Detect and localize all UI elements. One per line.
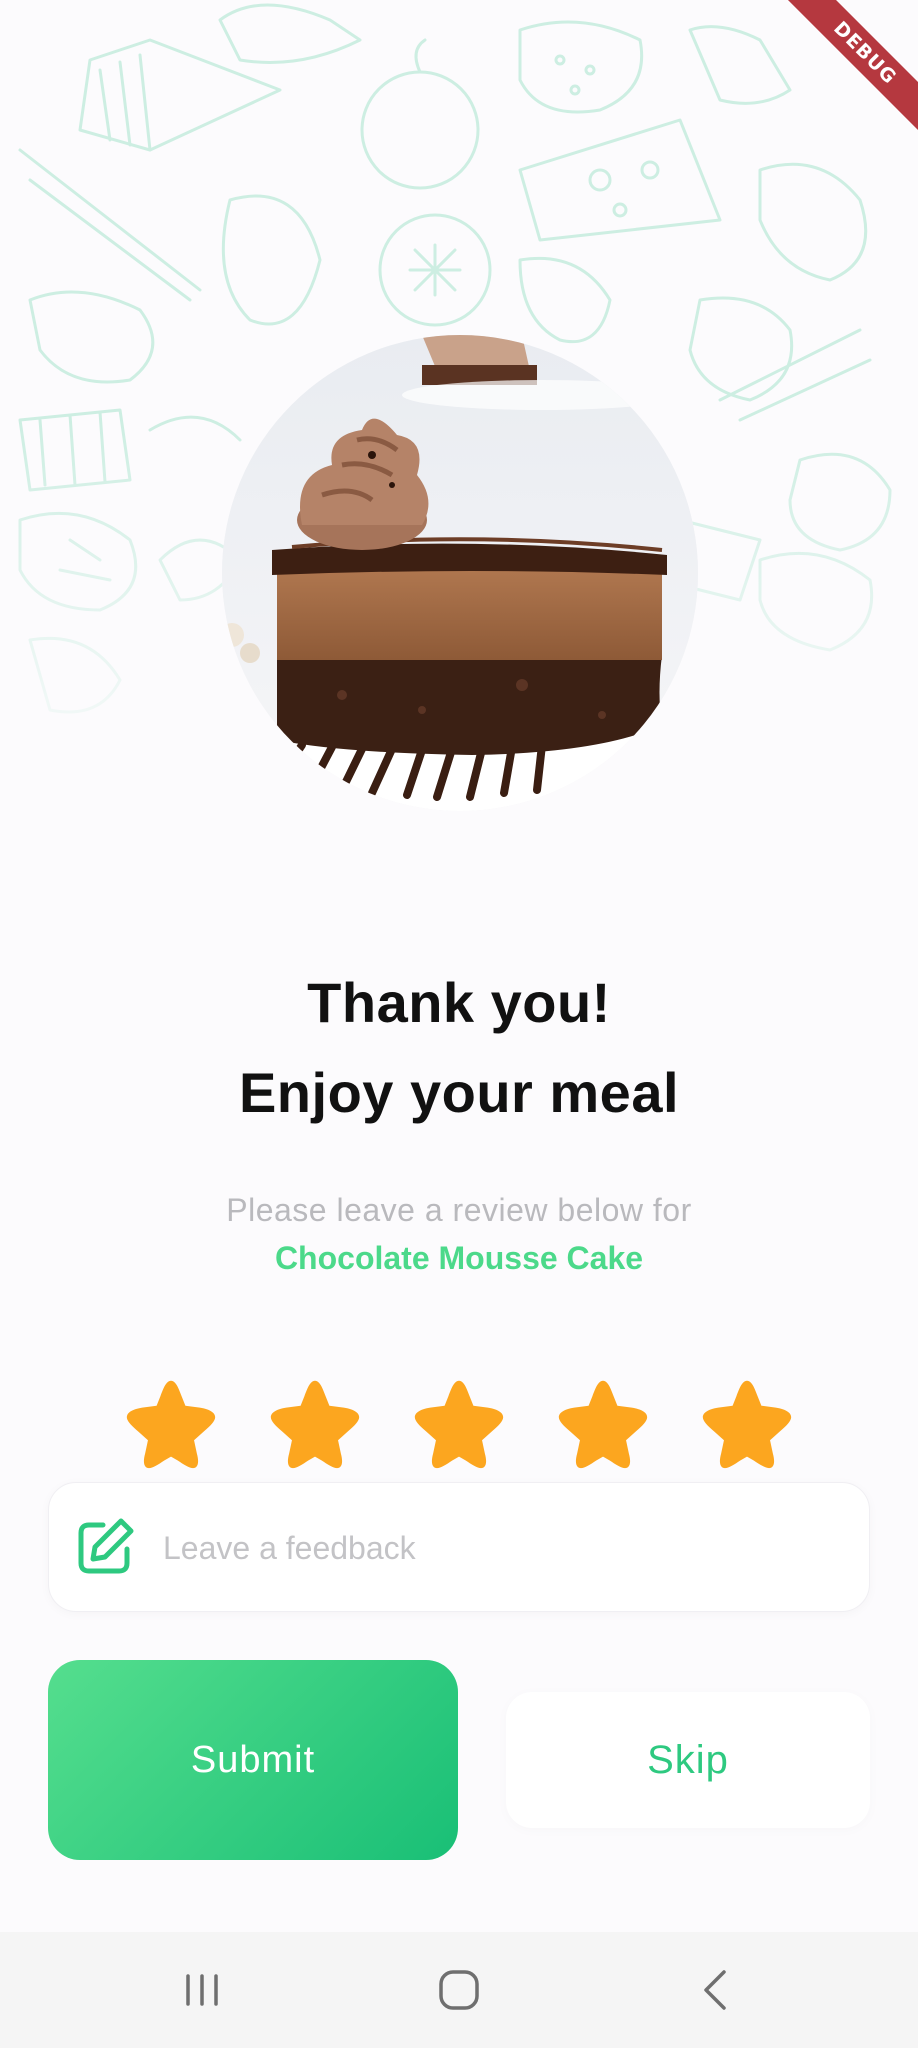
- debug-banner: DEBUG: [778, 0, 918, 140]
- dish-name: Chocolate Mousse Cake: [274, 1240, 644, 1276]
- enjoy-meal-title: Enjoy your meal: [238, 1061, 680, 1124]
- recent-apps-icon[interactable]: [172, 1960, 232, 2020]
- dish-photo: [222, 335, 698, 811]
- star-icon-5[interactable]: [699, 1375, 795, 1471]
- feedback-input[interactable]: [161, 1517, 845, 1579]
- back-icon[interactable]: [686, 1960, 746, 2020]
- edit-note-icon: [75, 1517, 135, 1577]
- feedback-field[interactable]: [48, 1482, 870, 1612]
- submit-button-label: Submit: [190, 1739, 316, 1781]
- home-icon[interactable]: [429, 1960, 489, 2020]
- submit-button[interactable]: Submit: [48, 1660, 458, 1860]
- star-icon-2[interactable]: [267, 1375, 363, 1471]
- system-navigation-bar: [0, 1932, 918, 2048]
- debug-banner-label: DEBUG: [778, 0, 918, 140]
- star-icon-1[interactable]: [123, 1375, 219, 1471]
- thank-you-title: Thank you!: [307, 971, 611, 1034]
- star-icon-3[interactable]: [411, 1375, 507, 1471]
- star-rating[interactable]: [123, 1375, 795, 1475]
- star-icon-4[interactable]: [555, 1375, 651, 1471]
- review-prompt: Please leave a review below for: [226, 1192, 692, 1228]
- skip-button[interactable]: Skip: [506, 1692, 870, 1828]
